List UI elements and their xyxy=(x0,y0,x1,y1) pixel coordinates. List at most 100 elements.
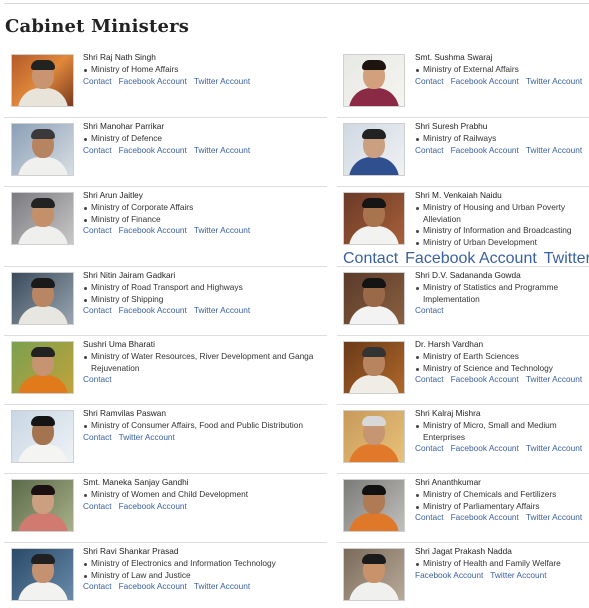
contact-link[interactable]: Contact xyxy=(83,225,112,235)
contact-link[interactable]: Contact xyxy=(415,512,444,522)
ministry-item: Ministry of Chemicals and Fertilizers xyxy=(415,489,589,501)
facebook-account-link[interactable]: Facebook Account xyxy=(451,512,519,522)
twitter-account-link[interactable]: Twitter Account xyxy=(119,432,175,442)
ministry-item: Ministry of Housing and Urban Poverty Al… xyxy=(415,202,589,226)
ministry-item: Ministry of External Affairs xyxy=(415,64,589,76)
ministry-list: Ministry of Home Affairs xyxy=(83,64,329,76)
ministry-list: Ministry of External Affairs xyxy=(415,64,589,76)
ministry-item: Ministry of Consumer Affairs, Food and P… xyxy=(83,420,329,432)
facebook-account-link[interactable]: Facebook Account xyxy=(451,76,519,86)
contact-link[interactable]: Contact xyxy=(415,305,444,315)
ministry-item: Ministry of Water Resources, River Devel… xyxy=(83,351,329,375)
facebook-account-link[interactable]: Facebook Account xyxy=(451,145,519,155)
ministry-item: Ministry of Defence xyxy=(83,133,329,145)
twitter-account-link[interactable]: Twitter Account xyxy=(526,145,582,155)
minister-photo xyxy=(343,192,405,245)
twitter-account-link[interactable]: Twitter Account xyxy=(526,76,582,86)
facebook-account-link[interactable]: Facebook Account xyxy=(119,501,187,511)
minister-name: Shri Manohar Parrikar xyxy=(83,121,165,131)
minister-name: Shri Ravi Shankar Prasad xyxy=(83,546,179,556)
minister-info: Shri Suresh Prabhu Ministry of Railways Co… xyxy=(415,121,589,156)
contact-link[interactable]: Contact xyxy=(415,145,444,155)
minister-name: Shri Kalraj Mishra xyxy=(415,408,481,418)
minister-name: Dr. Harsh Vardhan xyxy=(415,339,484,349)
minister-name: Shri Suresh Prabhu xyxy=(415,121,488,131)
contact-link[interactable]: Contact xyxy=(415,443,444,453)
minister-photo xyxy=(11,272,74,325)
twitter-account-link[interactable]: Twitter Account xyxy=(194,145,250,155)
minister-info: Shri Raj Nath Singh Ministry of Home Affa… xyxy=(83,52,329,87)
minister-photo xyxy=(343,410,405,463)
facebook-account-link[interactable]: Facebook Account xyxy=(119,581,187,591)
minister-info: Shri Ramvilas Paswan Ministry of Consumer… xyxy=(83,408,329,443)
social-links: Contact Facebook Account Twitter Account xyxy=(415,145,589,157)
ministry-item: Ministry of Earth Sciences xyxy=(415,351,589,363)
minister-photo xyxy=(11,192,74,245)
twitter-account-link[interactable]: Twitter Account xyxy=(526,512,582,522)
contact-link[interactable]: Contact xyxy=(83,581,112,591)
ministry-item: Ministry of Electronics and Information … xyxy=(83,558,329,570)
contact-link[interactable]: Contact xyxy=(83,501,112,511)
contact-link[interactable]: Contact xyxy=(343,250,398,267)
contact-link[interactable]: Contact xyxy=(415,76,444,86)
minister-info: Shri Ravi Shankar Prasad Ministry of Elec… xyxy=(83,546,329,593)
twitter-account-link[interactable]: Twitter Account xyxy=(194,581,250,591)
twitter-account-link[interactable]: Twitter Account xyxy=(490,570,546,580)
facebook-account-link[interactable]: Facebook Account xyxy=(415,570,483,580)
ministry-list: Ministry of Corporate Affairs Ministry of… xyxy=(83,202,329,226)
minister-info: Dr. Harsh Vardhan Ministry of Earth Scien… xyxy=(415,339,589,386)
minister-name: Shri D.V. Sadananda Gowda xyxy=(415,270,521,280)
minister-photo xyxy=(11,548,74,601)
twitter-account-link[interactable]: Twitter Account xyxy=(526,374,582,384)
facebook-account-link[interactable]: Facebook Account xyxy=(405,250,537,267)
ministry-item: Ministry of Corporate Affairs xyxy=(83,202,329,214)
minister-photo xyxy=(11,54,74,107)
minister-info: Sushri Uma Bharati Ministry of Water Reso… xyxy=(83,339,329,386)
facebook-account-link[interactable]: Facebook Account xyxy=(119,305,187,315)
minister-photo xyxy=(11,479,74,532)
minister-name: Shri Jagat Prakash Nadda xyxy=(415,546,512,556)
minister-info: Shri Manohar Parrikar Ministry of Defence… xyxy=(83,121,329,156)
ministry-item: Ministry of Science and Technology xyxy=(415,363,589,375)
social-links: Contact Facebook Account Twitter Account xyxy=(83,225,329,237)
social-links: Contact xyxy=(415,305,589,317)
social-links: Contact Facebook Account Twitter Account xyxy=(415,512,589,524)
facebook-account-link[interactable]: Facebook Account xyxy=(119,76,187,86)
page-title: Cabinet Ministers xyxy=(5,16,190,37)
ministry-list: Ministry of Housing and Urban Poverty Al… xyxy=(415,202,589,249)
contact-link[interactable]: Contact xyxy=(83,374,112,384)
minister-info: Smt. Sushma Swaraj Ministry of External A… xyxy=(415,52,589,87)
minister-name: Smt. Maneka Sanjay Gandhi xyxy=(83,477,189,487)
minister-photo xyxy=(11,341,74,394)
minister-name: Shri Ananthkumar xyxy=(415,477,481,487)
ministry-item: Ministry of Health and Family Welfare xyxy=(415,558,589,570)
ministry-item: Ministry of Urban Development xyxy=(415,237,589,249)
facebook-account-link[interactable]: Facebook Account xyxy=(119,225,187,235)
twitter-account-link[interactable]: Twitter Account xyxy=(194,305,250,315)
minister-name: Shri Raj Nath Singh xyxy=(83,52,156,62)
twitter-account-link[interactable]: Twitter Account xyxy=(526,443,582,453)
contact-link[interactable]: Contact xyxy=(83,76,112,86)
contact-link[interactable]: Contact xyxy=(83,432,112,442)
ministry-list: Ministry of Water Resources, River Devel… xyxy=(83,351,329,375)
minister-photo xyxy=(343,548,405,601)
contact-link[interactable]: Contact xyxy=(415,374,444,384)
minister-photo xyxy=(343,479,405,532)
social-links: Contact Facebook Account xyxy=(83,501,329,513)
social-links: Contact Facebook Account Twitter Account xyxy=(83,581,329,593)
twitter-account-link[interactable]: Twitter Account xyxy=(194,225,250,235)
ministry-item: Ministry of Law and Justice xyxy=(83,570,329,582)
facebook-account-link[interactable]: Facebook Account xyxy=(451,374,519,384)
contact-link[interactable]: Contact xyxy=(83,145,112,155)
ministry-item: Ministry of Finance xyxy=(83,214,329,226)
facebook-account-link[interactable]: Facebook Account xyxy=(451,443,519,453)
facebook-account-link[interactable]: Facebook Account xyxy=(119,145,187,155)
ministry-list: Ministry of Railways xyxy=(415,133,589,145)
twitter-account-link[interactable]: Twitter Account xyxy=(544,250,589,267)
contact-link[interactable]: Contact xyxy=(83,305,112,315)
social-links: Contact Facebook Account Twitter Account xyxy=(83,76,329,88)
ministry-list: Ministry of Earth Sciences Ministry of Sc… xyxy=(415,351,589,375)
minister-info: Shri Kalraj Mishra Ministry of Micro, Sma… xyxy=(415,408,589,455)
twitter-account-link[interactable]: Twitter Account xyxy=(194,76,250,86)
minister-photo xyxy=(343,123,405,176)
